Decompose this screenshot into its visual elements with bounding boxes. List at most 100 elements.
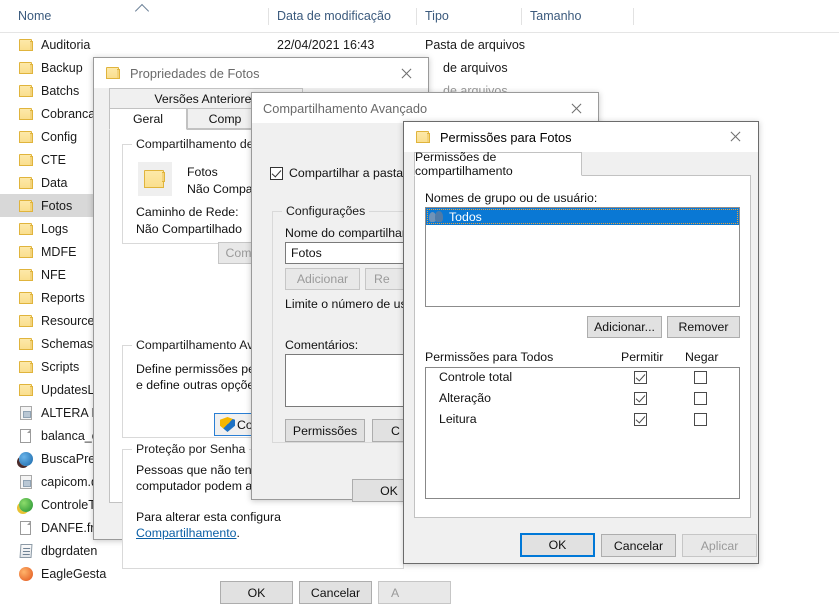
column-header-tipo[interactable]: Tipo bbox=[425, 0, 530, 32]
permissions-title: Permissões para Fotos bbox=[440, 129, 572, 145]
column-header-tipo-label: Tipo bbox=[425, 9, 449, 23]
deny-checkbox[interactable] bbox=[694, 371, 707, 384]
permissions-titlebar[interactable]: Permissões para Fotos bbox=[404, 122, 758, 152]
table-row[interactable]: Controle total bbox=[426, 368, 739, 389]
deny-checkbox[interactable] bbox=[694, 413, 707, 426]
properties-ok-button[interactable]: OK bbox=[220, 581, 293, 604]
properties-apply-button[interactable]: A bbox=[378, 581, 451, 604]
add-share-label: Adicionar bbox=[296, 272, 349, 286]
column-divider[interactable] bbox=[633, 8, 634, 25]
notepad-file-icon bbox=[18, 543, 34, 559]
close-icon bbox=[400, 68, 411, 79]
permissions-button[interactable]: Permissões bbox=[285, 419, 365, 442]
dll-file-icon bbox=[18, 474, 34, 490]
properties-titlebar[interactable]: Propriedades de Fotos bbox=[94, 58, 428, 88]
tab-label: Geral bbox=[132, 112, 164, 126]
list-item[interactable]: Todos bbox=[426, 208, 739, 225]
permissions-apply-button[interactable]: Aplicar bbox=[682, 534, 757, 557]
list-item-label: Config bbox=[41, 129, 78, 144]
tab-label: Comp bbox=[208, 111, 242, 126]
column-header-data-label: Data de modificação bbox=[277, 9, 391, 23]
folder-icon bbox=[18, 290, 34, 306]
deny-checkbox[interactable] bbox=[694, 392, 707, 405]
ok-label: OK bbox=[247, 585, 266, 600]
folder-icon bbox=[18, 83, 34, 99]
column-divider[interactable] bbox=[521, 8, 522, 25]
permissions-table[interactable]: Controle total Alteração Leitura bbox=[425, 367, 740, 499]
file-row-type: de arquivos bbox=[443, 56, 508, 79]
list-item-label: Auditoria bbox=[41, 37, 91, 52]
file-type-value: de arquivos bbox=[443, 60, 508, 75]
cancel-label: Cancelar bbox=[310, 585, 361, 600]
list-item-label: Batchs bbox=[41, 83, 80, 98]
column-divider[interactable] bbox=[416, 8, 417, 25]
remove-user-button[interactable]: Remover bbox=[667, 316, 740, 338]
column-header-negar: Negar bbox=[685, 350, 719, 364]
folder-thumbnail bbox=[138, 162, 172, 196]
file-date-value: 22/04/2021 16:43 bbox=[277, 37, 375, 52]
caching-label: C bbox=[391, 423, 400, 438]
share-name-value: Fotos bbox=[291, 246, 322, 260]
column-header-nome[interactable]: Nome bbox=[18, 0, 278, 32]
apply-label: Aplicar bbox=[700, 538, 739, 553]
properties-cancel-button[interactable]: Cancelar bbox=[299, 581, 372, 604]
allow-checkbox[interactable] bbox=[634, 371, 647, 384]
folder-icon bbox=[18, 152, 34, 168]
list-item-label: EagleGesta bbox=[41, 566, 107, 581]
tab-permissoes-compartilhamento[interactable]: Permissões de compartilhamento bbox=[414, 150, 582, 178]
folder-icon bbox=[18, 175, 34, 191]
share-folder-checkbox[interactable] bbox=[270, 166, 283, 180]
network-path-value: Não Compartilhado bbox=[136, 222, 242, 236]
sharing-link-suffix: . bbox=[236, 526, 240, 540]
table-row[interactable]: Leitura bbox=[426, 410, 739, 431]
list-item-label: Todos bbox=[449, 209, 482, 224]
file-row-type: Pasta de arquivos bbox=[425, 33, 525, 56]
folder-icon bbox=[18, 359, 34, 375]
folder-icon bbox=[18, 267, 34, 283]
folder-icon bbox=[18, 106, 34, 122]
sharing-link[interactable]: Compartilhamento bbox=[136, 526, 236, 540]
close-button[interactable] bbox=[553, 93, 598, 123]
advanced-sharing-titlebar[interactable]: Compartilhamento Avançado bbox=[252, 93, 598, 123]
permissions-tabstrip[interactable]: Permissões de compartilhamento bbox=[404, 150, 760, 178]
close-button[interactable] bbox=[713, 122, 758, 152]
column-divider[interactable] bbox=[268, 8, 269, 25]
column-header-tamanho[interactable]: Tamanho bbox=[530, 0, 635, 32]
folder-icon bbox=[18, 60, 34, 76]
allow-checkbox[interactable] bbox=[634, 413, 647, 426]
settings-legend: Configurações bbox=[282, 204, 370, 218]
folder-icon bbox=[18, 382, 34, 398]
password-desc-3: Para alterar esta configura bbox=[136, 510, 281, 524]
list-item-label: NFE bbox=[41, 267, 66, 282]
close-button[interactable] bbox=[383, 58, 428, 88]
tab-geral[interactable]: Geral bbox=[109, 108, 187, 130]
table-row[interactable]: Alteração bbox=[426, 389, 739, 410]
permissions-cancel-button[interactable]: Cancelar bbox=[601, 534, 676, 557]
permissions-ok-button[interactable]: OK bbox=[520, 533, 595, 557]
permissions-dialog[interactable]: Permissões para Fotos Permissões de comp… bbox=[403, 121, 759, 564]
list-item[interactable]: Auditoria bbox=[0, 33, 278, 56]
add-user-button[interactable]: Adicionar... bbox=[587, 316, 662, 338]
list-item-label: Schemas bbox=[41, 336, 94, 351]
list-item-label: Reports bbox=[41, 290, 85, 305]
properties-title: Propriedades de Fotos bbox=[130, 65, 260, 81]
column-header-data[interactable]: Data de modificação bbox=[277, 0, 427, 32]
file-row-date: 22/04/2021 16:43 bbox=[277, 33, 374, 56]
folder-icon bbox=[18, 221, 34, 237]
permission-name: Controle total bbox=[439, 370, 513, 384]
group-user-listbox[interactable]: Todos bbox=[425, 207, 740, 307]
folder-icon bbox=[18, 37, 34, 53]
users-group-icon bbox=[429, 210, 445, 223]
group-names-label: Nomes de grupo ou de usuário: bbox=[425, 191, 598, 205]
list-item-label: CTE bbox=[41, 152, 66, 167]
file-type-value: Pasta de arquivos bbox=[425, 37, 526, 52]
column-header-tamanho-label: Tamanho bbox=[530, 9, 582, 23]
add-share-button[interactable]: Adicionar bbox=[285, 268, 360, 290]
permission-name: Alteração bbox=[439, 391, 491, 405]
allow-checkbox[interactable] bbox=[634, 392, 647, 405]
share-folder-checkbox-row[interactable]: Compartilhar a pasta bbox=[270, 166, 403, 180]
folder-icon bbox=[18, 129, 34, 145]
permissions-table-title: Permissões para Todos bbox=[425, 350, 554, 364]
password-protection-legend: Proteção por Senha bbox=[132, 442, 250, 456]
magnifier-app-icon bbox=[18, 451, 34, 467]
